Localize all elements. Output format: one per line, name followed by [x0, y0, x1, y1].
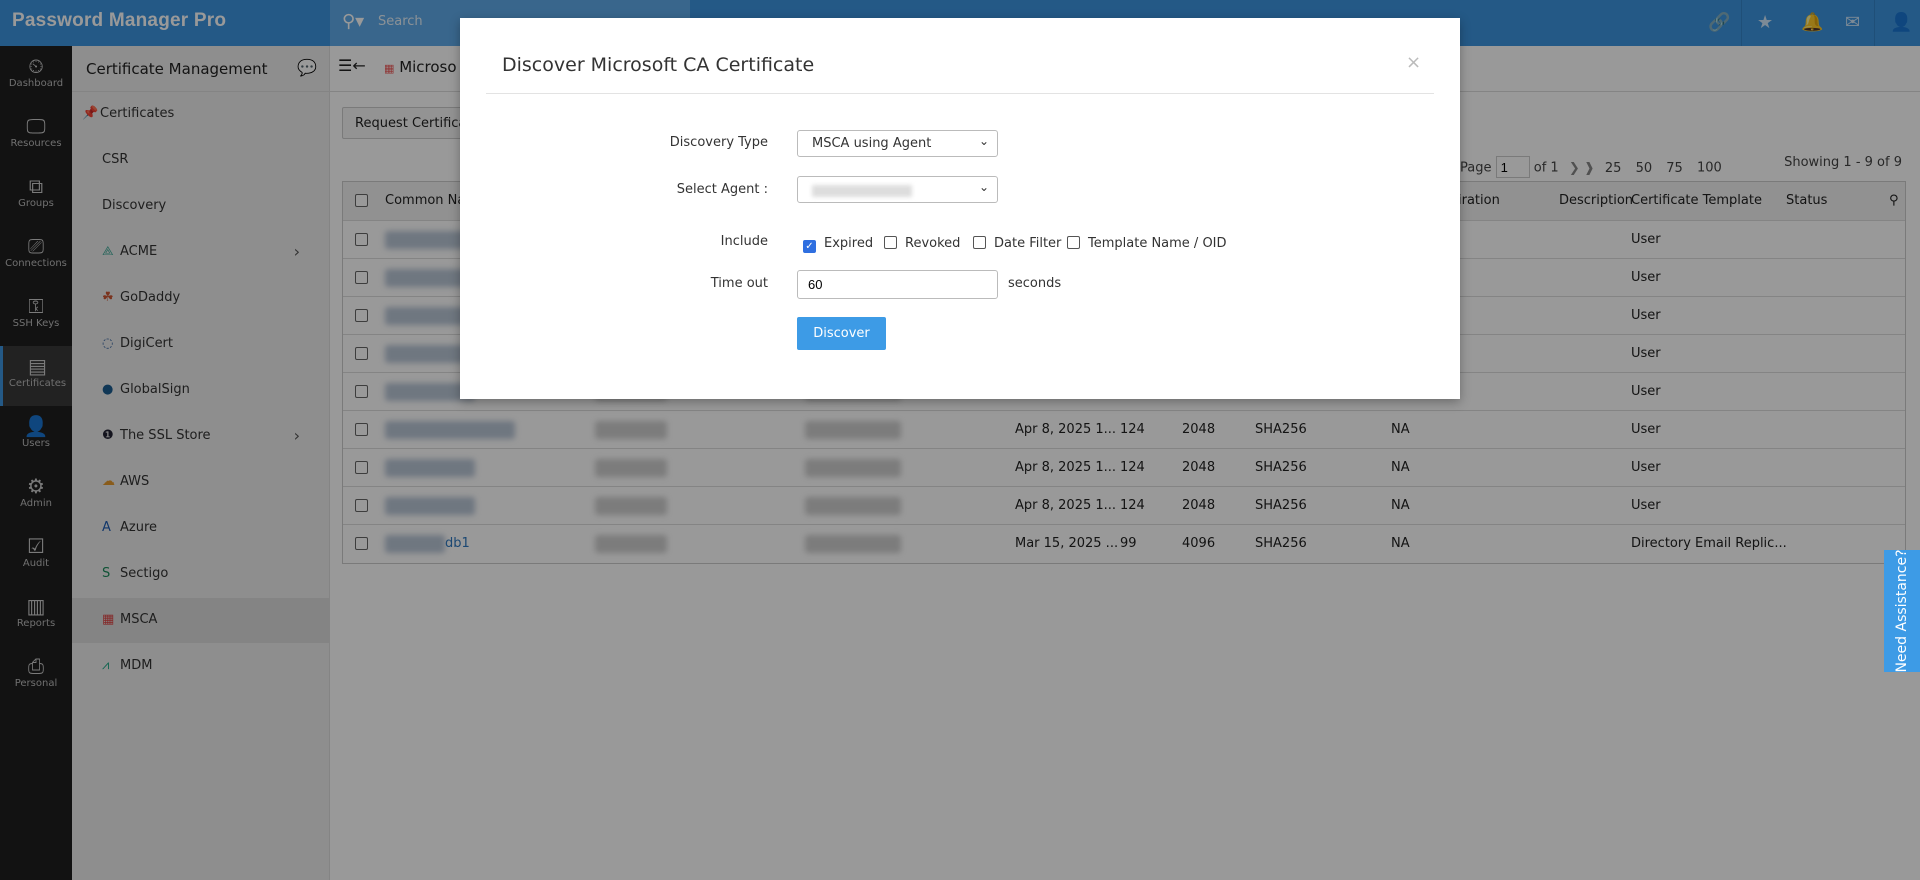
agent-value-redacted	[812, 185, 912, 197]
include-date-filter-checkbox[interactable]: Date Filter	[973, 236, 1061, 251]
include-revoked-checkbox[interactable]: Revoked	[884, 236, 960, 251]
timeout-label: Time out	[710, 276, 768, 291]
close-icon[interactable]: ×	[1406, 52, 1421, 73]
discovery-type-label: Discovery Type	[669, 135, 768, 150]
check-icon[interactable]: ✓	[803, 240, 816, 253]
select-agent-select[interactable]: ⌄	[797, 176, 998, 203]
include-expired-checkbox[interactable]: ✓ Expired	[803, 236, 873, 253]
chevron-down-icon: ⌄	[978, 134, 989, 148]
include-template-checkbox[interactable]: Template Name / OID	[1067, 236, 1227, 251]
discovery-type-select[interactable]: MSCA using Agent ⌄	[797, 130, 998, 157]
discover-button[interactable]: Discover	[797, 317, 886, 350]
discover-msca-dialog: Discover Microsoft CA Certificate × Disc…	[460, 18, 1460, 399]
timeout-input[interactable]	[797, 270, 998, 299]
timeout-unit: seconds	[1008, 276, 1062, 291]
need-assistance-tab[interactable]: Need Assistance?	[1884, 549, 1920, 673]
chevron-down-icon: ⌄	[978, 180, 989, 194]
dialog-title: Discover Microsoft CA Certificate	[502, 54, 815, 76]
select-agent-label: Select Agent :	[676, 182, 768, 197]
include-label: Include	[720, 234, 768, 249]
divider	[486, 93, 1434, 94]
